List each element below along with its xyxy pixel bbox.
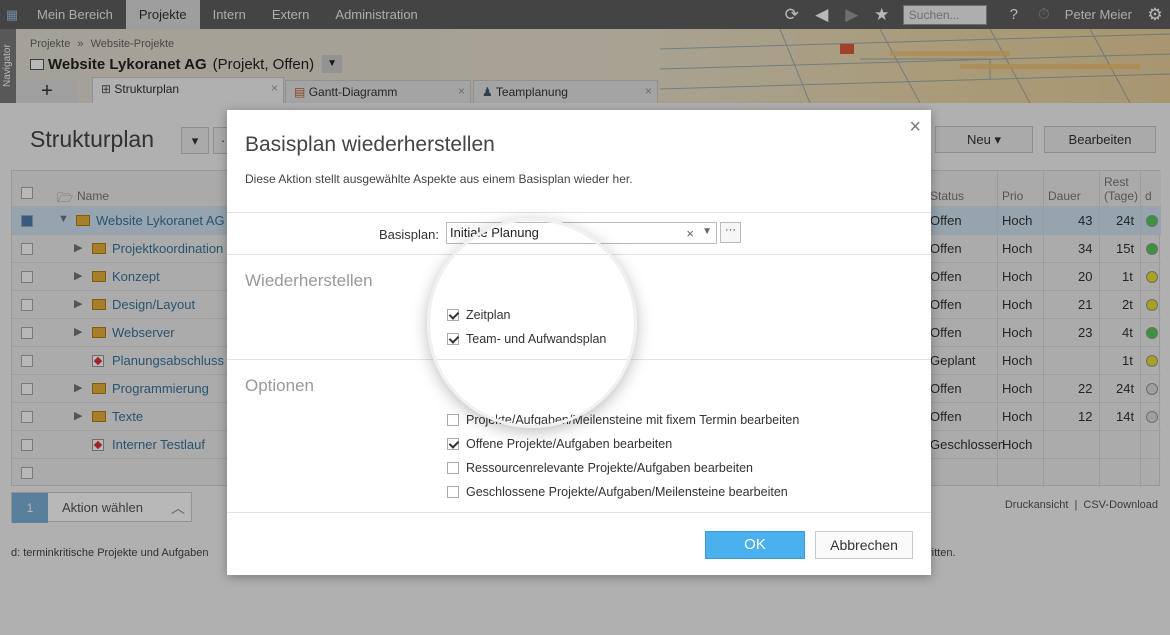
checkbox-label: Projekte/Aufgaben/Meilensteine mit fixem… [466,413,800,427]
section-options-title: Optionen [245,376,314,395]
checkbox-label: Team- und Aufwandsplan [466,332,607,346]
divider [227,512,931,513]
checkbox-box[interactable] [447,414,459,426]
checkbox-box[interactable] [447,438,459,450]
checkbox-box[interactable] [447,486,459,498]
basisplan-select[interactable]: Initiale Planung × ▼ [446,222,717,244]
section-restore-title: Wiederherstellen [245,271,373,290]
checkbox-box[interactable] [447,309,459,321]
divider [227,359,931,360]
checkbox-label: Zeitplan [466,308,511,322]
checkbox-label: Offene Projekte/Aufgaben bearbeiten [466,437,673,451]
checkbox-closed-tasks[interactable]: Geschlossene Projekte/Aufgaben/Meilenste… [447,485,788,499]
divider [227,212,931,213]
magnifier-highlight [427,218,637,428]
cancel-button[interactable]: Abbrechen [815,531,913,559]
basisplan-label: Basisplan: [379,227,439,242]
checkbox-fixed-date[interactable]: Projekte/Aufgaben/Meilensteine mit fixem… [447,413,799,427]
close-icon[interactable]: × [909,116,921,139]
ok-button[interactable]: OK [705,531,805,559]
checkbox-zeitplan[interactable]: Zeitplan [447,308,510,322]
checkbox-label: Ressourcenrelevante Projekte/Aufgaben be… [466,461,753,475]
dialog-title: Basisplan wiederherstellen [245,133,495,156]
checkbox-team-aufwandsplan[interactable]: Team- und Aufwandsplan [447,332,606,346]
checkbox-label: Geschlossene Projekte/Aufgaben/Meilenste… [466,485,788,499]
checkbox-box[interactable] [447,462,459,474]
checkbox-resource-relevant[interactable]: Ressourcenrelevante Projekte/Aufgaben be… [447,461,753,475]
checkbox-open-tasks[interactable]: Offene Projekte/Aufgaben bearbeiten [447,437,672,451]
chevron-down-icon[interactable]: ▼ [702,226,712,237]
checkbox-box[interactable] [447,333,459,345]
clear-icon[interactable]: × [686,226,694,241]
basisplan-value: Initiale Planung [450,225,539,240]
basisplan-more-button[interactable]: ··· [720,222,741,243]
dialog-description: Diese Aktion stellt ausgewählte Aspekte … [245,172,633,186]
restore-baseline-dialog: Basisplan wiederherstellen × Diese Aktio… [227,110,931,575]
divider [227,254,931,255]
